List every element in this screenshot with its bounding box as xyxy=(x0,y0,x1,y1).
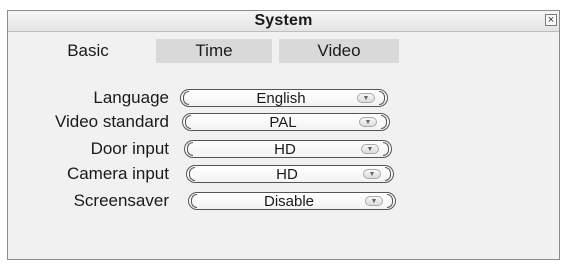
door-input-value: HD xyxy=(274,140,296,158)
setting-row-screensaver: Screensaver Disable ▼ xyxy=(8,190,559,212)
setting-row-camera-input: Camera input HD ▼ xyxy=(8,163,559,185)
chevron-down-icon[interactable]: ▼ xyxy=(363,169,381,179)
language-label: Language xyxy=(93,88,169,107)
close-icon[interactable]: × xyxy=(545,14,557,26)
language-value: English xyxy=(256,89,306,107)
tab-basic[interactable]: Basic xyxy=(34,39,142,63)
video-standard-select[interactable]: PAL ▼ xyxy=(182,113,390,131)
tab-video[interactable]: Video xyxy=(279,39,399,63)
language-select[interactable]: English ▼ xyxy=(180,89,388,107)
camera-input-select[interactable]: HD ▼ xyxy=(186,165,394,183)
tab-time[interactable]: Time xyxy=(156,39,272,63)
chevron-down-icon[interactable]: ▼ xyxy=(357,93,375,103)
system-dialog: System × Basic Time Video Language Engli… xyxy=(7,10,560,260)
tab-label: Video xyxy=(317,41,361,60)
video-standard-value: PAL xyxy=(269,113,297,131)
dialog-title: System xyxy=(254,12,313,29)
setting-row-video-standard: Video standard PAL ▼ xyxy=(8,111,559,133)
screensaver-value: Disable xyxy=(263,192,315,210)
chevron-down-icon[interactable]: ▼ xyxy=(365,196,383,206)
door-input-select[interactable]: HD ▼ xyxy=(184,140,392,158)
video-standard-label: Video standard xyxy=(54,112,169,131)
chevron-down-icon[interactable]: ▼ xyxy=(359,117,377,127)
camera-input-label: Camera input xyxy=(66,164,169,183)
screensaver-select[interactable]: Disable ▼ xyxy=(188,192,396,210)
chevron-down-icon[interactable]: ▼ xyxy=(361,144,379,154)
door-input-label: Door input xyxy=(90,139,169,158)
screensaver-label: Screensaver xyxy=(73,191,169,210)
title-bar: System × xyxy=(8,11,559,32)
setting-row-door-input: Door input HD ▼ xyxy=(8,138,559,160)
tab-label: Basic xyxy=(67,41,109,60)
tab-label: Time xyxy=(195,41,233,60)
setting-row-language: Language English ▼ xyxy=(8,87,559,109)
camera-input-value: HD xyxy=(276,165,298,183)
